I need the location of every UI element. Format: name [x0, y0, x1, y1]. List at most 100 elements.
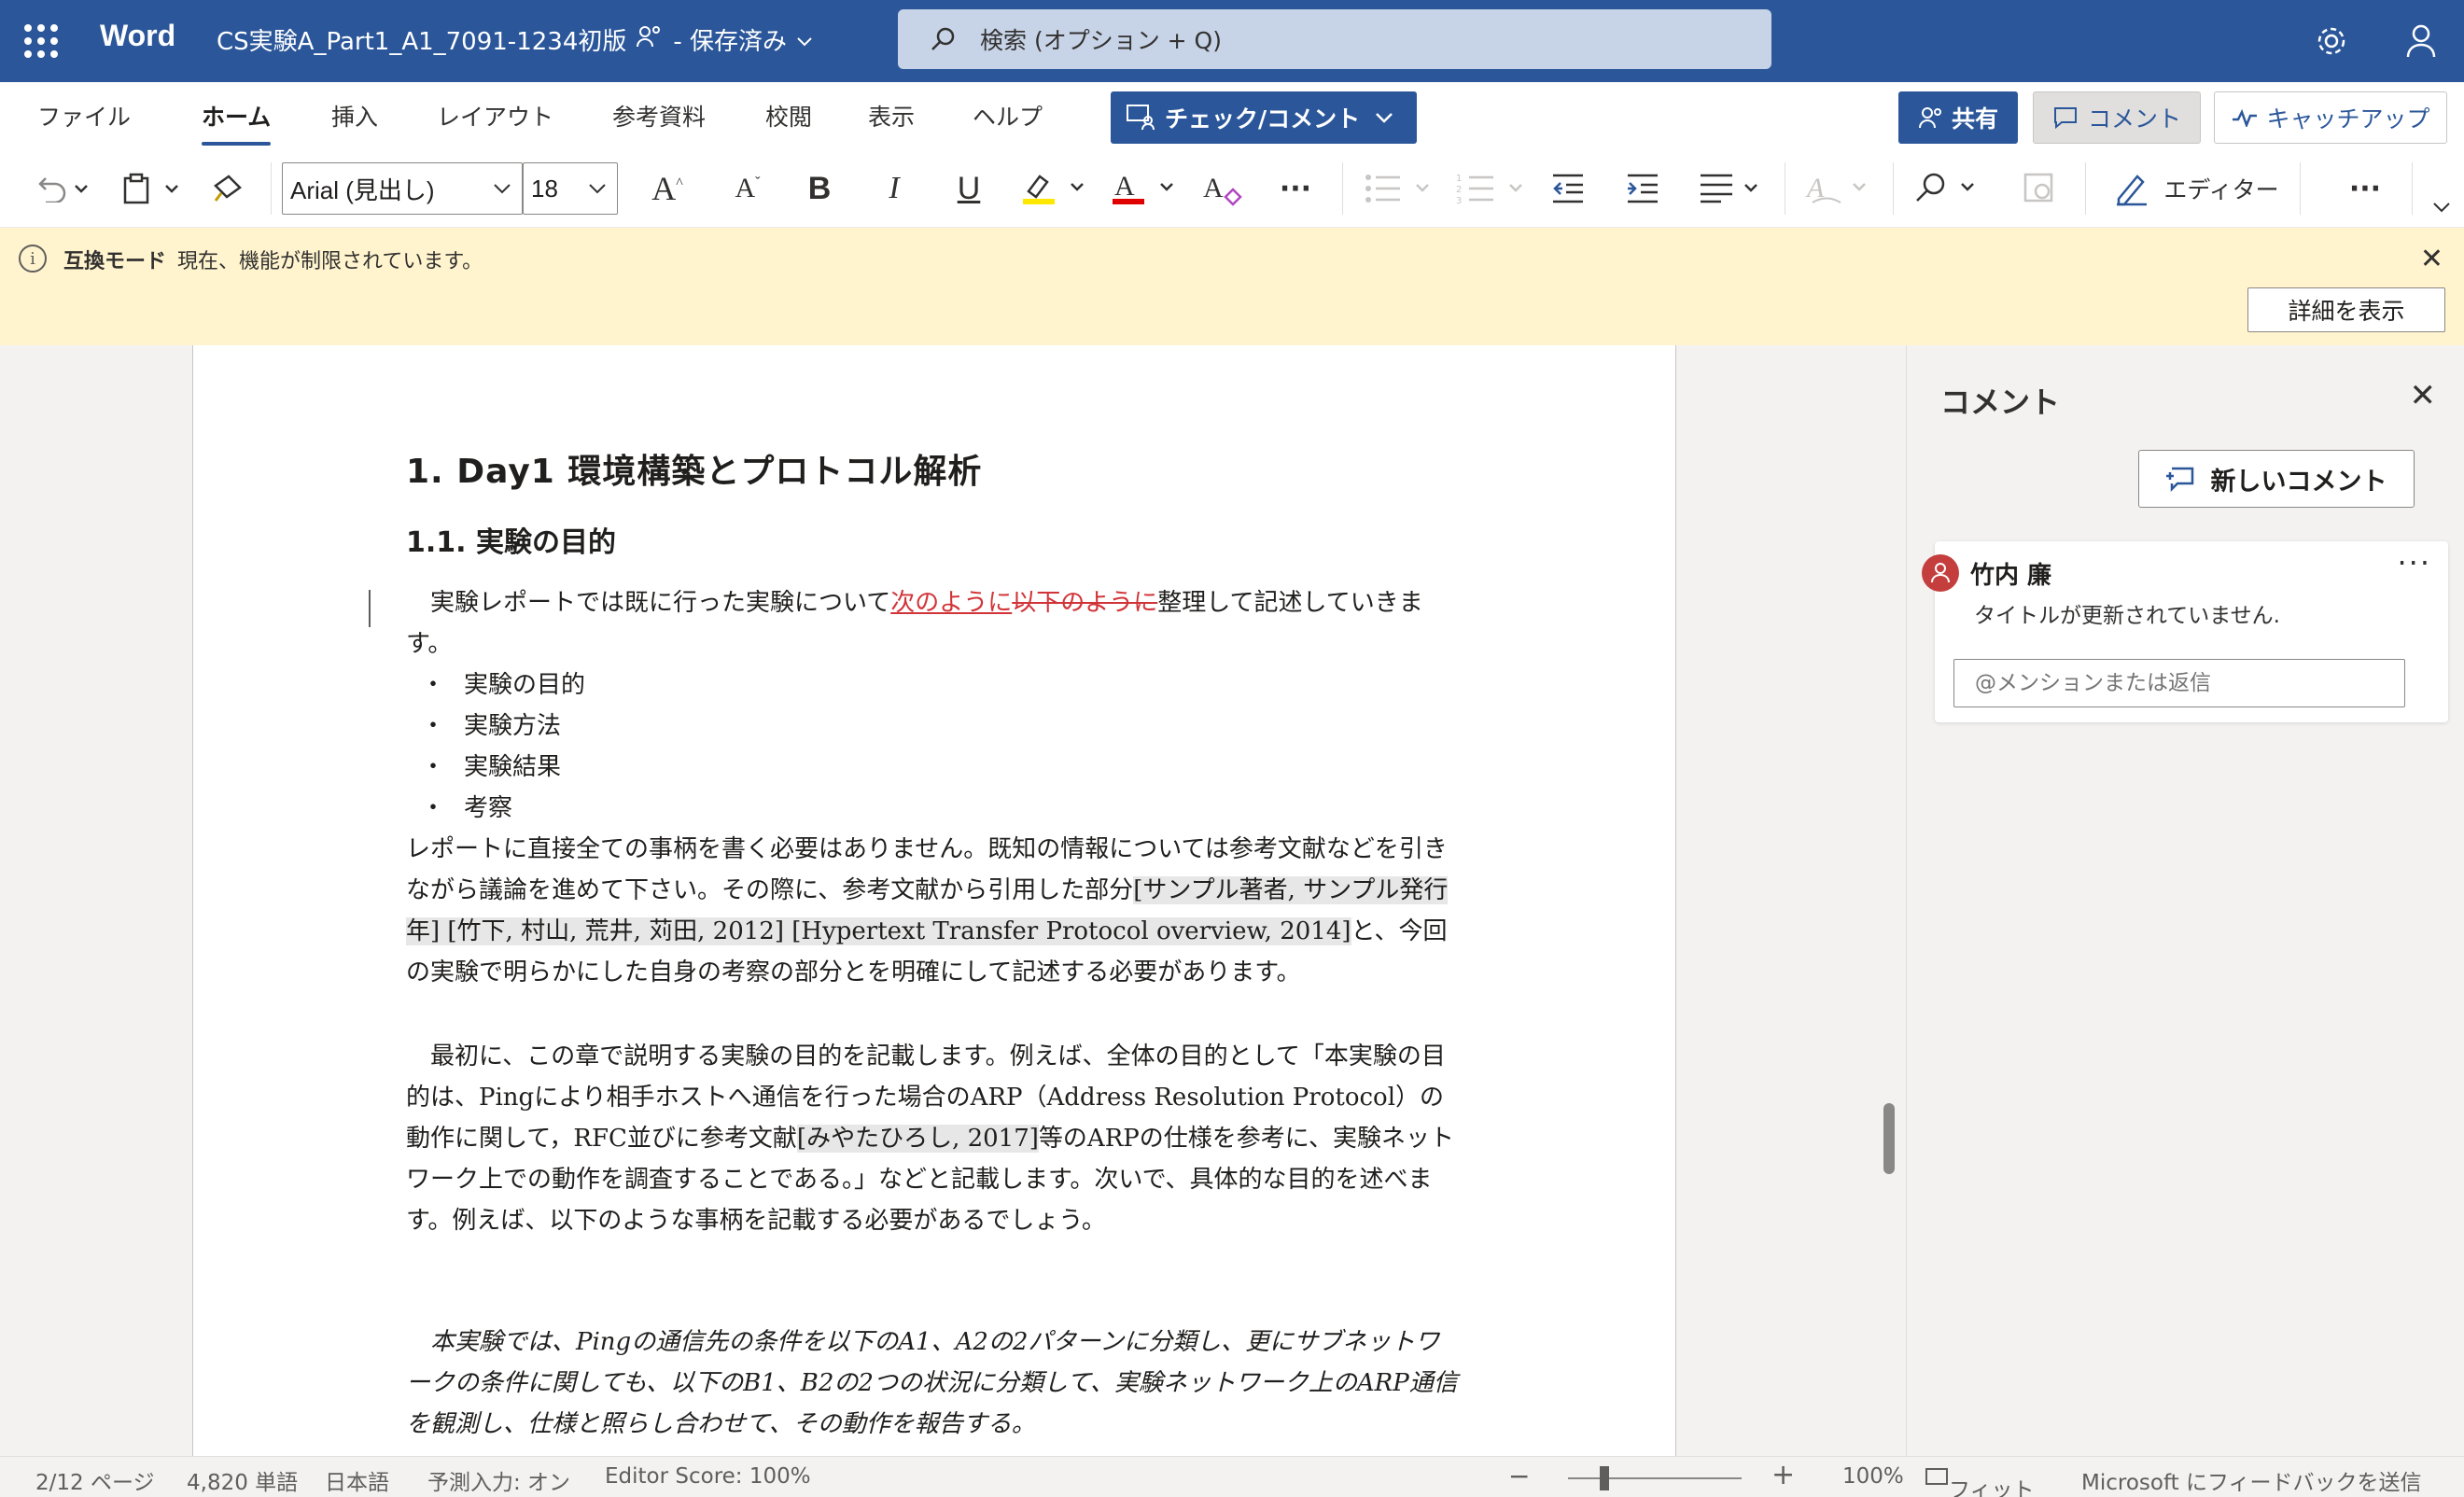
zoom-slider[interactable]	[1568, 1477, 1742, 1479]
paragraph-text: 実験レポートでは既に行った実験について	[406, 589, 891, 617]
tracked-insertion[interactable]: 次のように	[890, 589, 1012, 617]
clear-formatting-button[interactable]: A	[1198, 166, 1247, 211]
tab-review[interactable]: 校閲	[765, 99, 812, 133]
format-painter-icon	[214, 175, 242, 202]
comment-author: 竹内 廉	[1970, 562, 2052, 590]
vertical-scrollbar[interactable]	[1883, 1103, 1895, 1174]
app-launcher-icon[interactable]	[24, 24, 58, 58]
person-icon	[1931, 563, 1950, 583]
account-icon[interactable]	[2399, 19, 2443, 63]
font-name-value: Arial (見出し)	[290, 175, 435, 204]
heading-1[interactable]: 1. Day1 環境構築とプロトコル解析	[406, 444, 982, 493]
banner-message: 互換モード 現在、機能が制限されています。	[63, 245, 483, 274]
app-name[interactable]: Word	[100, 19, 175, 53]
reply-input[interactable]	[1953, 659, 2405, 707]
settings-gear-icon[interactable]	[2309, 19, 2354, 63]
page-count[interactable]: 2/12 ページ	[35, 1464, 155, 1496]
check-comment-button[interactable]: チェック/コメント	[1111, 91, 1417, 144]
undo-button[interactable]	[26, 166, 97, 211]
alignment-button[interactable]	[1697, 166, 1766, 211]
increase-indent-button[interactable]	[1620, 166, 1665, 211]
format-painter-button[interactable]	[209, 166, 252, 211]
numbering-button[interactable]: 123	[1456, 166, 1531, 211]
catch-up-button[interactable]: キャッチアップ	[2214, 91, 2447, 144]
list-item-text: 実験結果	[464, 753, 562, 781]
zoom-out-button[interactable]: −	[1508, 1461, 1530, 1491]
document-title-text: CS実験A_Part1_A1_7091-1234初版	[217, 28, 627, 56]
grow-font-button[interactable]: A^	[644, 166, 691, 211]
paragraph-3[interactable]: 最初に、この章で説明する実験の目的を記載します。例えば、全体の目的として「本実験…	[406, 1036, 1461, 1241]
close-pane-icon[interactable]: ✕	[2410, 377, 2437, 414]
share-button[interactable]: 共有	[1898, 91, 2018, 144]
predictive-input[interactable]: 予測入力: オン	[427, 1464, 570, 1496]
dictate-button[interactable]	[2018, 166, 2063, 211]
paragraph-2[interactable]: レポートに直接全ての事柄を書く必要はありません。既知の情報については参考文献など…	[406, 829, 1461, 993]
paragraph-1[interactable]: 実験レポートでは既に行った実験について次のように以下のように整理して記述していき…	[406, 582, 1461, 665]
paragraph-4[interactable]: 本実験では、Pingの通信先の条件を以下のA1、A2の2パターンに分類し、更にサ…	[406, 1322, 1461, 1445]
more-font-options-button[interactable]: ···	[1271, 166, 1320, 211]
tab-layout[interactable]: レイアウト	[437, 99, 553, 133]
word-count[interactable]: 4,820 単語	[187, 1464, 298, 1496]
paste-button[interactable]	[119, 166, 185, 211]
feedback-link[interactable]: Microsoft にフィードバックを送信	[2081, 1464, 2422, 1496]
more-options-button[interactable]: ···	[2341, 166, 2389, 211]
tab-references[interactable]: 参考資料	[612, 99, 706, 133]
ribbon-expand-button[interactable]	[2425, 185, 2458, 230]
highlight-button[interactable]	[1019, 166, 1090, 211]
shrink-font-icon: Aˇ	[735, 173, 761, 203]
tracked-deletion[interactable]: 以下のように	[1012, 589, 1157, 617]
search-box[interactable]: 検索 (オプション + Q)	[898, 9, 1771, 69]
zoom-slider-thumb[interactable]	[1600, 1466, 1609, 1490]
editor-pen-icon	[2117, 175, 2148, 206]
document-page[interactable]: 1. Day1 環境構築とプロトコル解析 1.1. 実験の目的 実験レポートでは…	[192, 345, 1676, 1456]
zoom-in-button[interactable]: +	[1771, 1459, 1795, 1491]
styles-button[interactable]: A	[1805, 166, 1874, 211]
bold-button[interactable]: B	[797, 166, 842, 211]
new-comment-button[interactable]: 新しいコメント	[2138, 450, 2415, 508]
tab-home[interactable]: ホーム	[202, 99, 272, 146]
tab-view[interactable]: 表示	[868, 99, 915, 133]
citation[interactable]: [みやたひろし, 2017]	[796, 1125, 1039, 1153]
shrink-font-button[interactable]: Aˇ	[724, 166, 771, 211]
comment-card[interactable]: 竹内 廉 ··· タイトルが更新されていません.	[1922, 541, 2448, 722]
styles-icon: A	[1805, 173, 1866, 203]
tab-insert[interactable]: 挿入	[331, 99, 378, 133]
svg-text:A: A	[1203, 173, 1224, 203]
font-color-button[interactable]: A	[1109, 166, 1180, 211]
editor-score[interactable]: Editor Score: 100%	[605, 1464, 811, 1489]
comment-more-icon[interactable]: ···	[2397, 545, 2431, 581]
tab-file[interactable]: ファイル	[37, 99, 131, 133]
show-details-button[interactable]: 詳細を表示	[2247, 287, 2445, 332]
chevron-down-icon	[796, 26, 813, 54]
comments-button[interactable]: コメント	[2033, 91, 2201, 144]
language[interactable]: 日本語	[325, 1464, 389, 1496]
heading-2[interactable]: 1.1. 実験の目的	[406, 519, 616, 560]
font-size-select[interactable]: 18	[523, 162, 618, 215]
close-banner-icon[interactable]: ✕	[2420, 243, 2443, 275]
bullets-button[interactable]	[1363, 166, 1437, 211]
editor-button[interactable]: エディター	[2107, 166, 2285, 211]
search-icon	[931, 27, 955, 50]
svg-text:3: 3	[1456, 196, 1462, 205]
search-placeholder: 検索 (オプション + Q)	[980, 27, 1222, 54]
tab-help[interactable]: ヘルプ	[973, 99, 1043, 133]
list-item-text: 実験方法	[464, 712, 562, 740]
clipboard-icon	[123, 173, 178, 204]
font-size-value: 18	[531, 174, 558, 203]
document-canvas[interactable]: 1. Day1 環境構築とプロトコル解析 1.1. 実験の目的 実験レポートでは…	[0, 345, 1906, 1456]
document-title[interactable]: CS実験A_Part1_A1_7091-1234初版 - 保存済み	[217, 22, 813, 57]
fit-button[interactable]: フィット	[1925, 1464, 2035, 1497]
share-label: 共有	[1951, 105, 1998, 133]
comments-pane: コメント ✕ 新しいコメント 竹内 廉 ··· タイトルが更新されていません.	[1906, 345, 2464, 1456]
highlighter-icon	[1023, 175, 1084, 204]
underline-button[interactable]: U	[946, 166, 991, 211]
decrease-indent-button[interactable]	[1546, 166, 1590, 211]
italic-button[interactable]: I	[872, 166, 917, 211]
find-button[interactable]	[1913, 166, 1981, 211]
bullet-list[interactable]: ・実験の目的 ・実験方法 ・実験結果 ・考察	[406, 665, 585, 829]
list-item-text: 考察	[464, 794, 513, 822]
zoom-level[interactable]: 100%	[1842, 1464, 1904, 1489]
find-magnifier-icon	[1916, 173, 1974, 202]
font-name-select[interactable]: Arial (見出し)	[282, 162, 523, 215]
chevron-down-icon	[589, 184, 606, 194]
